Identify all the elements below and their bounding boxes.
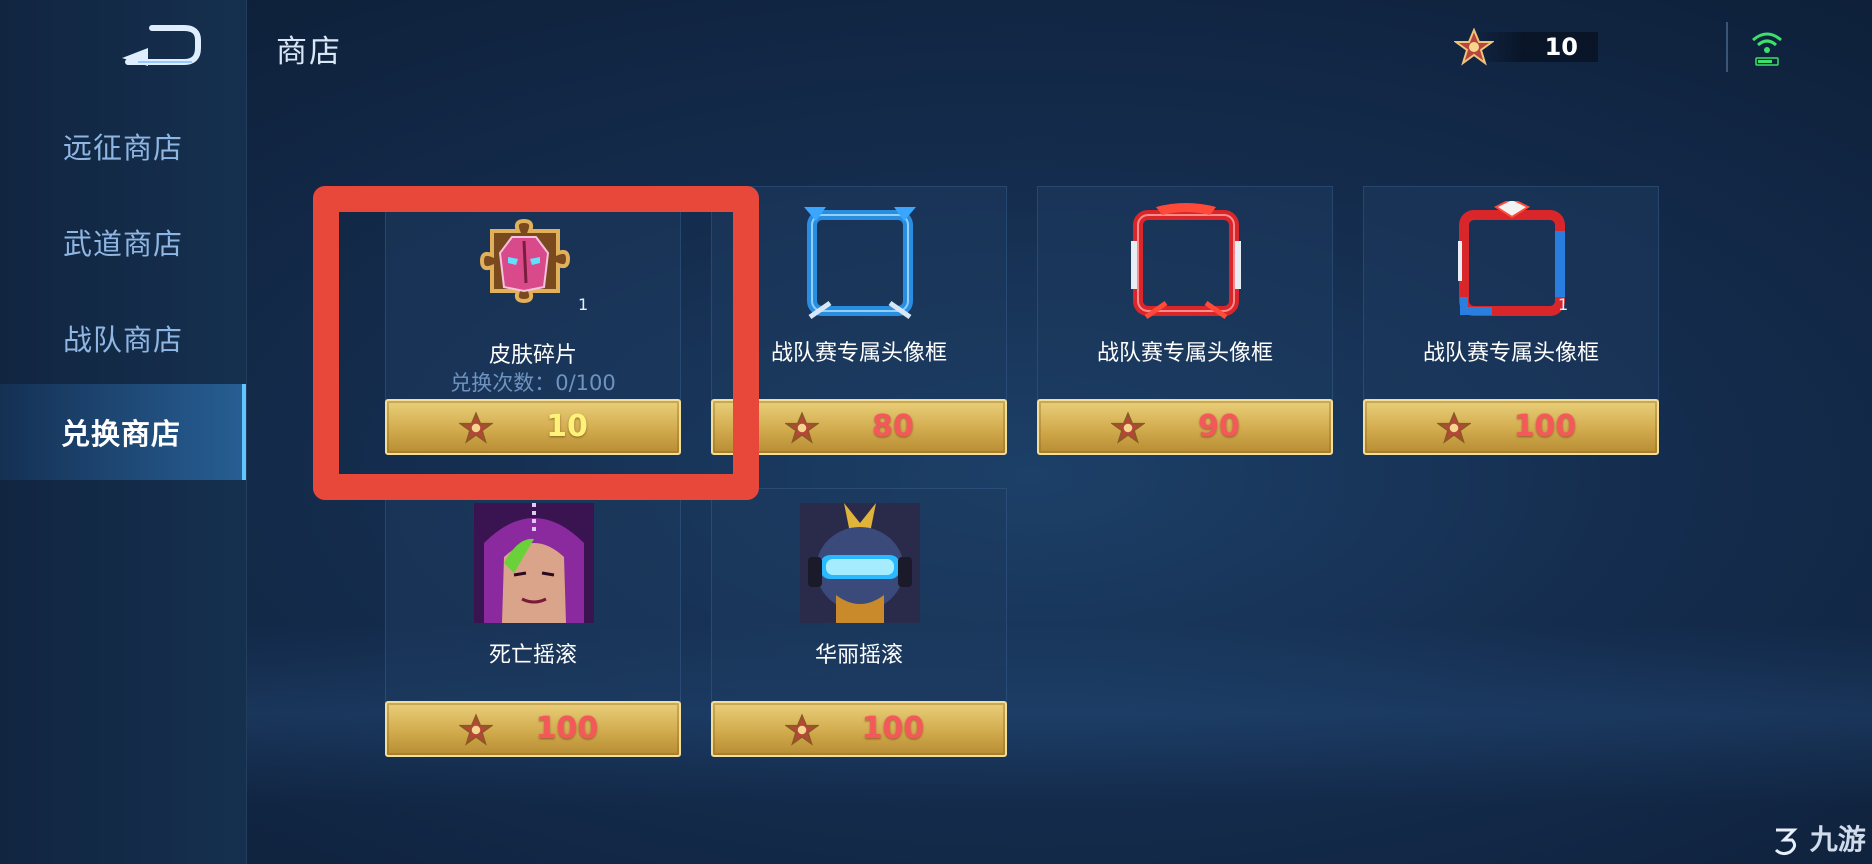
glam-rock-skin-portrait [800, 503, 920, 623]
sidebar-item-label: 战队商店 [62, 323, 183, 357]
currency-display: 10 [1454, 28, 1598, 66]
watermark-logo-icon [1774, 828, 1798, 856]
buy-button[interactable]: 80 [711, 399, 1007, 455]
item-name: 皮肤碎片 [488, 343, 577, 368]
sidebar-item-team-shop[interactable]: 战队商店 [0, 290, 246, 386]
item-preview: 1 皮肤碎片 兑换次数：0/100 [386, 187, 680, 397]
red-blue-avatar-frame-icon [1458, 201, 1565, 316]
item-quantity: 1 [1558, 295, 1569, 314]
sidebar-item-label: 兑换商店 [60, 417, 181, 451]
blue-avatar-frame-icon [804, 207, 916, 320]
page-title: 商店 [276, 34, 342, 70]
shop-item-death-rock[interactable]: 死亡摇滚 100 [385, 488, 681, 757]
item-price: 10 [546, 409, 588, 444]
sidebar-item-label: 远征商店 [62, 131, 183, 165]
item-price: 100 [1513, 409, 1577, 444]
sidebar-item-martial-shop[interactable]: 武道商店 [0, 194, 246, 290]
shop-item-avatar-frame-red-silver[interactable]: 战队赛专属头像框 90 [1037, 186, 1333, 455]
death-rock-skin-portrait [474, 503, 594, 623]
item-preview: 1 战队赛专属头像框 [1364, 187, 1658, 397]
red-silver-avatar-frame-icon [1131, 203, 1241, 320]
buy-button[interactable]: 90 [1037, 399, 1333, 455]
buy-button[interactable]: 100 [385, 701, 681, 757]
buy-button[interactable]: 10 [385, 399, 681, 455]
item-quantity: 1 [578, 295, 589, 314]
shop-item-skin-fragment[interactable]: 1 皮肤碎片 兑换次数：0/100 10 [385, 186, 681, 455]
exchange-count: 兑换次数：0/100 [450, 371, 616, 395]
watermark-text: 九游 [1809, 823, 1866, 856]
item-price: 80 [872, 409, 914, 444]
item-preview: 死亡摇滚 [386, 489, 680, 699]
star-medal-icon [459, 713, 493, 746]
back-arrow-icon [122, 25, 201, 66]
watermark: 九游 [1770, 818, 1866, 858]
item-name: 战队赛专属头像框 [1422, 341, 1599, 366]
star-medal-icon [785, 411, 819, 444]
network-status [1726, 22, 1788, 72]
star-medal-icon [1437, 411, 1471, 444]
star-medal-icon [1111, 411, 1145, 444]
shop-item-glam-rock[interactable]: 华丽摇滚 100 [711, 488, 1007, 757]
skin-fragment-icon [479, 218, 571, 304]
star-medal-icon [459, 411, 493, 444]
wifi-icon [1752, 32, 1782, 66]
item-preview: 战队赛专属头像框 [712, 187, 1006, 397]
star-medal-icon [785, 713, 819, 746]
item-price: 100 [861, 711, 925, 746]
star-medal-icon [1454, 28, 1494, 66]
sidebar-item-label: 武道商店 [62, 227, 183, 261]
item-preview: 华丽摇滚 [712, 489, 1006, 699]
back-button[interactable] [118, 22, 202, 68]
currency-amount: 10 [1544, 33, 1578, 61]
shop-item-avatar-frame-red-blue[interactable]: 1 战队赛专属头像框 100 [1363, 186, 1659, 455]
buy-button[interactable]: 100 [711, 701, 1007, 757]
sidebar: 远征商店 武道商店 战队商店 兑换商店 [0, 0, 247, 864]
sidebar-item-expedition-shop[interactable]: 远征商店 [0, 98, 246, 194]
buy-button[interactable]: 100 [1363, 399, 1659, 455]
shop-item-avatar-frame-blue[interactable]: 战队赛专属头像框 80 [711, 186, 1007, 455]
item-name: 战队赛专属头像框 [1096, 341, 1273, 366]
item-name: 战队赛专属头像框 [770, 341, 947, 366]
item-preview: 战队赛专属头像框 [1038, 187, 1332, 397]
item-name: 死亡摇滚 [488, 643, 577, 668]
item-name: 华丽摇滚 [814, 643, 903, 668]
sidebar-item-exchange-shop[interactable]: 兑换商店 [0, 384, 246, 480]
item-price: 90 [1198, 409, 1240, 444]
item-price: 100 [535, 711, 599, 746]
